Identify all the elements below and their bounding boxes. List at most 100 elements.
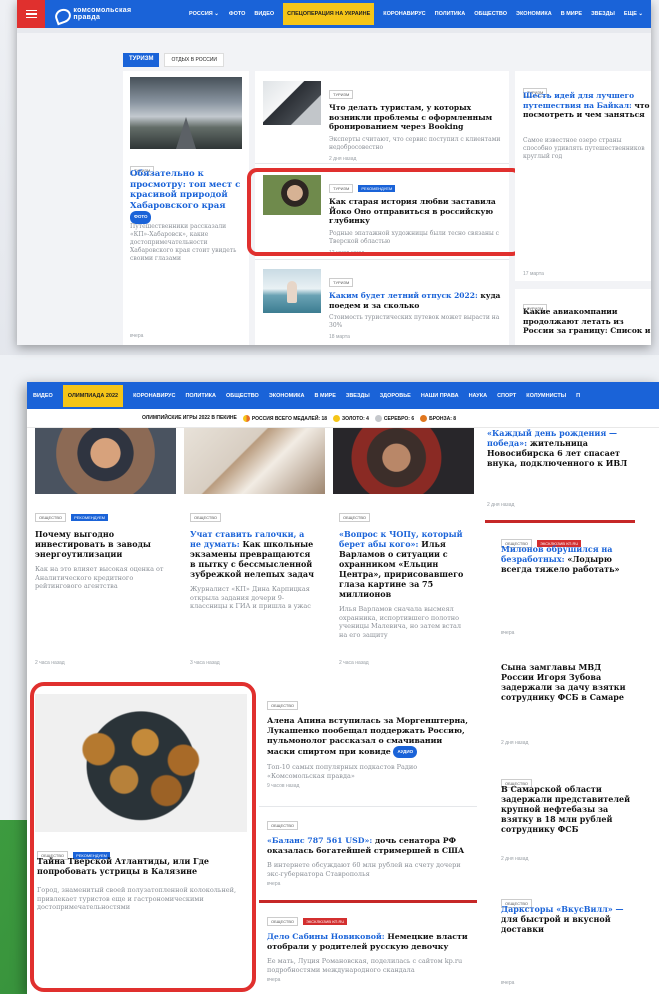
- nav-item-stars[interactable]: ЗВЕЗДЫ: [346, 393, 370, 399]
- varlamov-title[interactable]: «Вопрос к ЧОПу, который берет абы кого»:…: [339, 529, 466, 599]
- nav-item-video[interactable]: ВИДЕО: [33, 393, 53, 399]
- nav-item-economy[interactable]: ЭКОНОМИКА: [269, 393, 305, 399]
- zubov-title[interactable]: Сына замглавы МВД России Игоря Зубова за…: [501, 662, 631, 702]
- tag-society: ОБЩЕСТВО: [339, 513, 370, 522]
- card-energy[interactable]: ОБЩЕСТВО РЕКОМЕНДУЕМ Почему выгодно инве…: [35, 428, 176, 682]
- card-airlines[interactable]: ТУРИЗМ Какие авиакомпании продолжают лет…: [515, 289, 651, 345]
- sabina-title[interactable]: Дело Сабины Новиковой: Немецкие власти о…: [267, 932, 471, 952]
- gold-count: ЗОЛОТО: 4: [333, 414, 369, 422]
- airlines-title[interactable]: Какие авиакомпании продолжают летать из …: [523, 307, 651, 336]
- nav-item-society[interactable]: ОБЩЕСТВО: [226, 393, 259, 399]
- balance-lead: В интернете обсуждают 60 млн рублей на с…: [267, 861, 461, 878]
- bronze-text: БРОНЗА: 8: [429, 415, 457, 422]
- card-exams[interactable]: ОБЩЕСТВО Учат ставить галочки, а не дума…: [184, 428, 325, 682]
- boat-photo: [263, 269, 321, 313]
- subsection-tag[interactable]: ОТДЫХ В РОССИИ: [164, 53, 225, 67]
- russia-flag-icon: [242, 414, 250, 422]
- samara-title[interactable]: В Самарской области задержали представит…: [501, 784, 631, 834]
- nav-item-photo[interactable]: ФОТО: [229, 11, 245, 17]
- bronze-medal-icon: [420, 414, 428, 422]
- site-logo[interactable]: комсомольская правда: [53, 7, 165, 21]
- nav-item-rights[interactable]: НАШИ ПРАВА: [421, 393, 459, 399]
- card-zubov[interactable]: Сына замглавы МВД России Игоря Зубова за…: [485, 656, 635, 756]
- list-item-balance[interactable]: ОБЩЕСТВО «Баланс 787 561 USD»: дочь сена…: [267, 812, 471, 887]
- vacation-title-blue: Каким будет летний отпуск 2022:: [329, 291, 478, 300]
- russia-total: РОССИЯ ВСЕГО МЕДАЛЕЙ: 18: [242, 414, 328, 422]
- section-tags: ТУРИЗМ ОТДЫХ В РОССИИ: [123, 53, 225, 67]
- nav-item-special[interactable]: СПЕЦОПЕРАЦИЯ НА УКРАИНЕ: [283, 3, 375, 25]
- card-khabarovsk-title[interactable]: Обязательно к просмотру: топ мест с крас…: [130, 169, 244, 224]
- highlight-box-yoko-ono: [247, 168, 522, 256]
- tag-society: ОБЩЕСТВО: [267, 701, 298, 710]
- tag-exclusive: ЭКСКЛЮЗИВ КП.RU: [303, 918, 348, 925]
- nav-item-stars[interactable]: ЗВЕЗДЫ: [591, 11, 615, 17]
- balance-time: вчера: [267, 881, 281, 887]
- bottom-nav-bar: ВИДЕО ОЛИМПИАДА 2022 КОРОНАВИРУС ПОЛИТИК…: [27, 382, 659, 409]
- list-item-podcasts[interactable]: ОБЩЕСТВО Алена Апина вступилась за Морге…: [267, 692, 471, 789]
- energy-lead: Как на это влияет высокая оценка от Анал…: [35, 565, 164, 590]
- nav-item-sport[interactable]: СПОРТ: [497, 393, 516, 399]
- varlamov-lead: Илья Варламов сначала высмеял охранника,…: [339, 605, 462, 639]
- card-vkusvill[interactable]: ОБЩЕСТВО Даркстоpы «ВкусВилл» — для быст…: [485, 880, 635, 994]
- highlight-box-kalyazin: [30, 682, 256, 992]
- list-item-sabina[interactable]: ОБЩЕСТВО ЭКСКЛЮЗИВ КП.RU Дело Сабины Нов…: [267, 908, 471, 983]
- nav-item-more[interactable]: П: [576, 393, 580, 399]
- vacation-title[interactable]: Каким будет летний отпуск 2022: куда пое…: [329, 291, 501, 310]
- energy-title[interactable]: Почему выгодно инвестировать в заводы эн…: [35, 529, 168, 559]
- nav-item-science[interactable]: НАУКА: [469, 393, 488, 399]
- nav-item-covid[interactable]: КОРОНАВИРУС: [133, 393, 175, 399]
- nav-item-video[interactable]: ВИДЕО: [254, 11, 274, 17]
- russia-total-text: РОССИЯ ВСЕГО МЕДАЛЕЙ: 18: [251, 415, 328, 422]
- tag-recommended: РЕКОМЕНДУЕМ: [71, 514, 109, 521]
- exclusive-bar: [485, 520, 635, 523]
- balance-title[interactable]: «Баланс 787 561 USD»: дочь сенатора РФ о…: [267, 836, 471, 856]
- milonov-title[interactable]: Милонов обрушился на безработных: «Лодыр…: [501, 544, 629, 574]
- silver-medal-icon: [374, 414, 382, 422]
- nav-item-economy[interactable]: ЭКОНОМИКА: [516, 11, 552, 17]
- card-khabarovsk[interactable]: ТУРИЗМ Обязательно к просмотру: топ мест…: [123, 71, 249, 345]
- nav-item-society[interactable]: ОБЩЕСТВО: [474, 11, 507, 17]
- nav-more[interactable]: ЕЩЕ ⌄: [624, 11, 643, 17]
- baikal-time: 17 марта: [523, 271, 544, 277]
- nav-item-covid[interactable]: КОРОНАВИРУС: [383, 11, 425, 17]
- nav-item-world[interactable]: В МИРЕ: [561, 11, 582, 17]
- silver-text: СЕРЕБРО: 6: [383, 415, 415, 422]
- varlamov-photo: [333, 428, 474, 494]
- bronze-count: БРОНЗА: 8: [420, 414, 457, 422]
- baikal-title[interactable]: Шесть идей для лучшего путешествия на Ба…: [523, 91, 651, 120]
- top-nav-bar: комсомольская правда РОССИЯ ⌄ ФОТО ВИДЕО…: [17, 0, 651, 28]
- logo-line1: комсомольская: [73, 7, 132, 14]
- nav-item-health[interactable]: ЗДОРОВЬЕ: [380, 393, 411, 399]
- title-text: Обязательно к просмотру: топ мест с крас…: [130, 169, 241, 211]
- nav-item-world[interactable]: В МИРЕ: [315, 393, 336, 399]
- section-tag-tourism[interactable]: ТУРИЗМ: [123, 53, 160, 67]
- card-birthday[interactable]: «Каждый день рождения — победа»: жительн…: [485, 428, 635, 514]
- logo-line2: правда: [73, 14, 101, 21]
- nav-item-olympics[interactable]: ОЛИМПИАДА 2022: [62, 384, 124, 407]
- tag-tourism: ТУРИЗМ: [329, 278, 354, 287]
- card-milonov[interactable]: ОБЩЕСТВО ЭКСКЛЮЗИВ КП.RU Милонов обрушил…: [485, 520, 635, 646]
- vkusvill-title[interactable]: Даркстоpы «ВкусВилл» — для быстрой и вку…: [501, 904, 631, 934]
- exams-title[interactable]: Учат ставить галочки, а не думать: Как ш…: [190, 529, 317, 579]
- sabina-title-blue: Дело Сабины Новиковой:: [267, 932, 385, 941]
- nav-item-politics[interactable]: ПОЛИТИКА: [435, 11, 466, 17]
- card-baikal[interactable]: ТУРИЗМ Шесть идей для лучшего путешестви…: [515, 71, 651, 281]
- tag-tourism: ТУРИЗМ: [329, 90, 354, 99]
- nav-item-politics[interactable]: ПОЛИТИКА: [185, 393, 216, 399]
- sabina-time: вчера: [267, 977, 281, 983]
- region-select[interactable]: РОССИЯ ⌄: [189, 11, 219, 17]
- news-list-bottom: ОБЩЕСТВО Алена Апина вступилась за Морге…: [259, 690, 477, 994]
- varlamov-time: 2 часа назад: [339, 660, 369, 666]
- baikal-lead: Самое известное озеро страны способно уд…: [523, 137, 645, 160]
- menu-burger-icon[interactable]: [17, 0, 46, 28]
- card-samara[interactable]: ОБЩЕСТВО В Самарской области задержали п…: [485, 766, 635, 870]
- card-varlamov[interactable]: ОБЩЕСТВО «Вопрос к ЧОПу, который берет а…: [333, 428, 474, 682]
- podcasts-time: 9 часов назад: [267, 783, 300, 789]
- olympic-medal-bar[interactable]: ОЛИМПИЙСКИЕ ИГРЫ 2022 В ПЕКИНЕ РОССИЯ ВС…: [27, 409, 659, 428]
- birthday-title[interactable]: «Каждый день рождения — победа»: жительн…: [487, 428, 633, 468]
- podcasts-title[interactable]: Алена Апина вступилась за Моргенштерна, …: [267, 716, 471, 758]
- booking-title[interactable]: Что делать туристам, у которых возникли …: [329, 103, 501, 132]
- nav-item-columnists[interactable]: КОЛУМНИСТЫ: [526, 393, 566, 399]
- logo-icon: [53, 7, 69, 21]
- vacation-time: 18 марта: [329, 334, 350, 340]
